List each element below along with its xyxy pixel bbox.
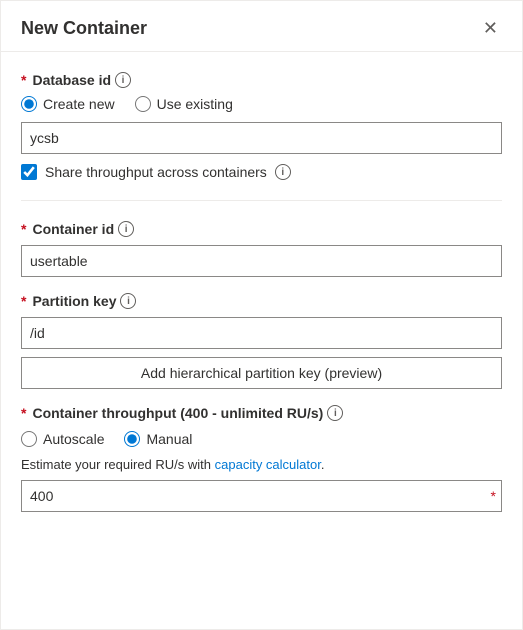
required-star: *: [21, 72, 26, 88]
use-existing-radio-label[interactable]: Use existing: [135, 96, 233, 112]
container-id-input[interactable]: [21, 245, 502, 277]
autoscale-label: Autoscale: [43, 431, 104, 447]
use-existing-label: Use existing: [157, 96, 233, 112]
partition-key-input[interactable]: [21, 317, 502, 349]
container-id-info-icon[interactable]: i: [118, 221, 134, 237]
required-star-throughput: *: [21, 405, 26, 421]
database-id-label: * Database id i: [21, 72, 502, 88]
throughput-radio-group: Autoscale Manual: [21, 431, 502, 447]
estimate-text: Estimate your required RU/s with capacit…: [21, 457, 502, 472]
database-id-radio-group: Create new Use existing: [21, 96, 502, 112]
partition-key-section: * Partition key i Add hierarchical parti…: [21, 293, 502, 389]
autoscale-radio[interactable]: [21, 431, 37, 447]
add-hierarchical-partition-button[interactable]: Add hierarchical partition key (preview): [21, 357, 502, 389]
new-container-dialog: New Container ✕ * Database id i Create n…: [0, 0, 523, 630]
share-throughput-info-icon[interactable]: i: [275, 164, 291, 180]
manual-radio[interactable]: [124, 431, 140, 447]
throughput-input[interactable]: [21, 480, 502, 512]
use-existing-radio[interactable]: [135, 96, 151, 112]
share-throughput-label: Share throughput across containers: [45, 164, 267, 180]
share-throughput-checkbox[interactable]: [21, 164, 37, 180]
database-id-info-icon[interactable]: i: [115, 72, 131, 88]
dialog-header: New Container ✕: [1, 1, 522, 52]
partition-key-info-icon[interactable]: i: [120, 293, 136, 309]
throughput-info-icon[interactable]: i: [327, 405, 343, 421]
container-id-section: * Container id i: [21, 221, 502, 277]
capacity-calculator-link[interactable]: capacity calculator: [215, 457, 321, 472]
autoscale-radio-label[interactable]: Autoscale: [21, 431, 104, 447]
required-star-partition: *: [21, 293, 26, 309]
manual-radio-label[interactable]: Manual: [124, 431, 192, 447]
create-new-radio-label[interactable]: Create new: [21, 96, 115, 112]
partition-key-label: * Partition key i: [21, 293, 502, 309]
database-id-input[interactable]: [21, 122, 502, 154]
create-new-radio[interactable]: [21, 96, 37, 112]
create-new-label: Create new: [43, 96, 115, 112]
required-star-container: *: [21, 221, 26, 237]
share-throughput-checkbox-label[interactable]: Share throughput across containers i: [21, 164, 502, 180]
section-divider: [21, 200, 502, 201]
container-id-label: * Container id i: [21, 221, 502, 237]
dialog-title: New Container: [21, 18, 147, 39]
throughput-section: * Container throughput (400 - unlimited …: [21, 405, 502, 512]
throughput-label: * Container throughput (400 - unlimited …: [21, 405, 502, 421]
manual-label: Manual: [146, 431, 192, 447]
throughput-input-wrapper: *: [21, 480, 502, 512]
dialog-body: * Database id i Create new Use existing …: [1, 52, 522, 532]
close-button[interactable]: ✕: [479, 17, 502, 39]
database-id-section: * Database id i Create new Use existing …: [21, 72, 502, 180]
